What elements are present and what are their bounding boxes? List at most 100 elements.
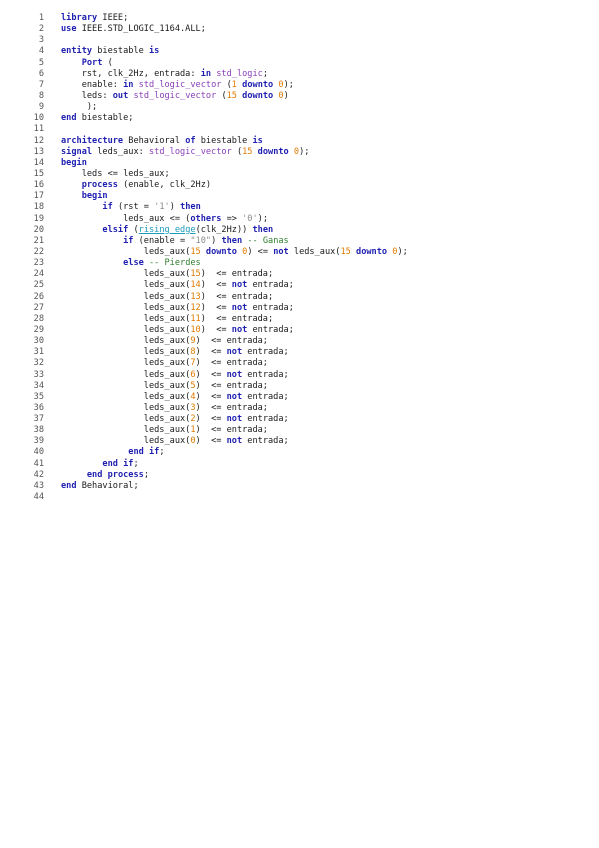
line-source: leds_aux(12) <= not entrada; [61,303,294,314]
code-token: downto [356,246,388,257]
code-token: leds_aux( [61,313,191,324]
code-token: leds_aux( [61,246,191,257]
line-number: 29 [33,324,44,335]
line-source: begin [61,191,108,202]
line-number: 15 [33,168,44,179]
line-source: entity biestable is [61,46,159,57]
code-token: 15 [190,246,201,257]
code-token: leds_aux: [92,146,149,157]
code-token: leds_aux( [61,369,191,380]
line-source: if (rst = '1') then [61,202,200,213]
code-line: 10 end biestable; [28,113,408,124]
code-line: 37 leds_aux(2) <= not entrada; [28,414,408,425]
code-token: downto [242,90,274,101]
code-token: entrada; [242,369,289,380]
code-token: end [86,469,103,480]
code-line: 18 if (rst = '1') then [28,202,408,213]
code-line: 24 leds_aux(15) <= entrada; [28,269,408,280]
code-token: entrada; [247,302,294,313]
line-number: 13 [33,146,44,157]
code-token: ); [61,102,98,113]
code-token: leds_aux( [61,391,191,402]
code-token: Behavioral [123,135,186,146]
code-token: ) [211,235,222,246]
code-line: 8 leds: out std_logic_vector (15 downto … [28,91,408,102]
code-line: 41 end if; [28,459,408,470]
line-source: Port ( [61,58,113,69]
line-source: rst, clk_2Hz, entrada: in std_logic; [61,69,268,80]
code-token: ( [231,146,243,157]
code-token: IEEE.STD_LOGIC_1164.ALL; [76,24,206,35]
code-token: then [221,235,243,246]
code-token: not [226,369,243,380]
code-token: ; [262,68,269,79]
line-number: 25 [33,280,44,291]
line-source: leds_aux(10) <= not entrada; [61,325,294,336]
line-number: 7 [38,79,44,90]
code-line: 11 [28,124,408,135]
code-line: 39 leds_aux(0) <= not entrada; [28,436,408,447]
line-source: leds_aux(11) <= entrada; [61,314,273,325]
code-token: is [252,135,263,146]
code-line: 40 end if; [28,447,408,458]
line-number: 40 [33,447,44,458]
code-line: 17 begin [28,191,408,202]
code-token: leds_aux( [61,269,191,280]
code-token: leds_aux( [288,246,341,257]
line-source: leds_aux(7) <= entrada; [61,358,268,369]
line-source: else -- Pierdes [61,258,201,269]
line-source: end if; [61,458,138,470]
code-token: leds: [61,90,113,101]
code-token: biestable [195,135,253,146]
code-line: 2 use IEEE.STD_LOGIC_1164.ALL; [28,24,408,35]
code-token: ) <= entrada; [200,313,274,324]
code-token: ) <= entrada; [200,291,274,302]
code-line: 14 begin [28,158,408,169]
line-number: 26 [33,291,44,302]
code-token: ) <= entrada; [200,269,274,280]
code-token: end [61,480,77,491]
line-number: 38 [33,425,44,436]
line-number: 19 [33,213,44,224]
code-token: leds_aux( [61,414,191,425]
code-token: ) <= entrada; [195,358,268,369]
line-source: leds_aux(15 downto 0) <= not leds_aux(15… [61,247,408,258]
code-token: 11 [190,313,201,324]
line-source: leds_aux(6) <= not entrada; [61,370,289,381]
code-token: others [190,213,222,224]
code-token: leds_aux( [61,280,191,291]
code-token: ) [169,202,181,213]
line-source: process (enable, clk_2Hz) [61,180,211,191]
line-source: library IEEE; [61,13,128,24]
code-line: 3 [28,35,408,46]
code-token: signal [61,146,93,157]
line-number: 1 [38,13,44,23]
code-token: entity [61,46,93,57]
code-token: (clk_2Hz)) [195,224,253,235]
code-token: process [107,469,144,480]
line-number: 17 [33,191,44,202]
line-number: 27 [33,302,44,313]
code-token: ; [143,469,149,480]
code-token: end [128,447,144,458]
code-token: leds_aux( [61,380,191,391]
code-token: ) <= [195,369,227,380]
code-line: 25 leds_aux(14) <= not entrada; [28,280,408,291]
code-token: else [123,258,144,269]
line-number: 30 [33,336,44,347]
code-token: of [185,135,196,146]
line-number: 44 [33,492,44,503]
code-token: leds_aux( [61,302,191,313]
line-source: leds_aux(2) <= not entrada; [61,414,289,425]
line-source: leds_aux(0) <= not entrada; [61,436,289,447]
code-token: 15 [226,90,237,101]
code-token: -- Pierdes [148,258,201,269]
code-token: if [123,458,134,469]
line-number: 32 [33,358,44,369]
line-number: 31 [33,347,44,358]
